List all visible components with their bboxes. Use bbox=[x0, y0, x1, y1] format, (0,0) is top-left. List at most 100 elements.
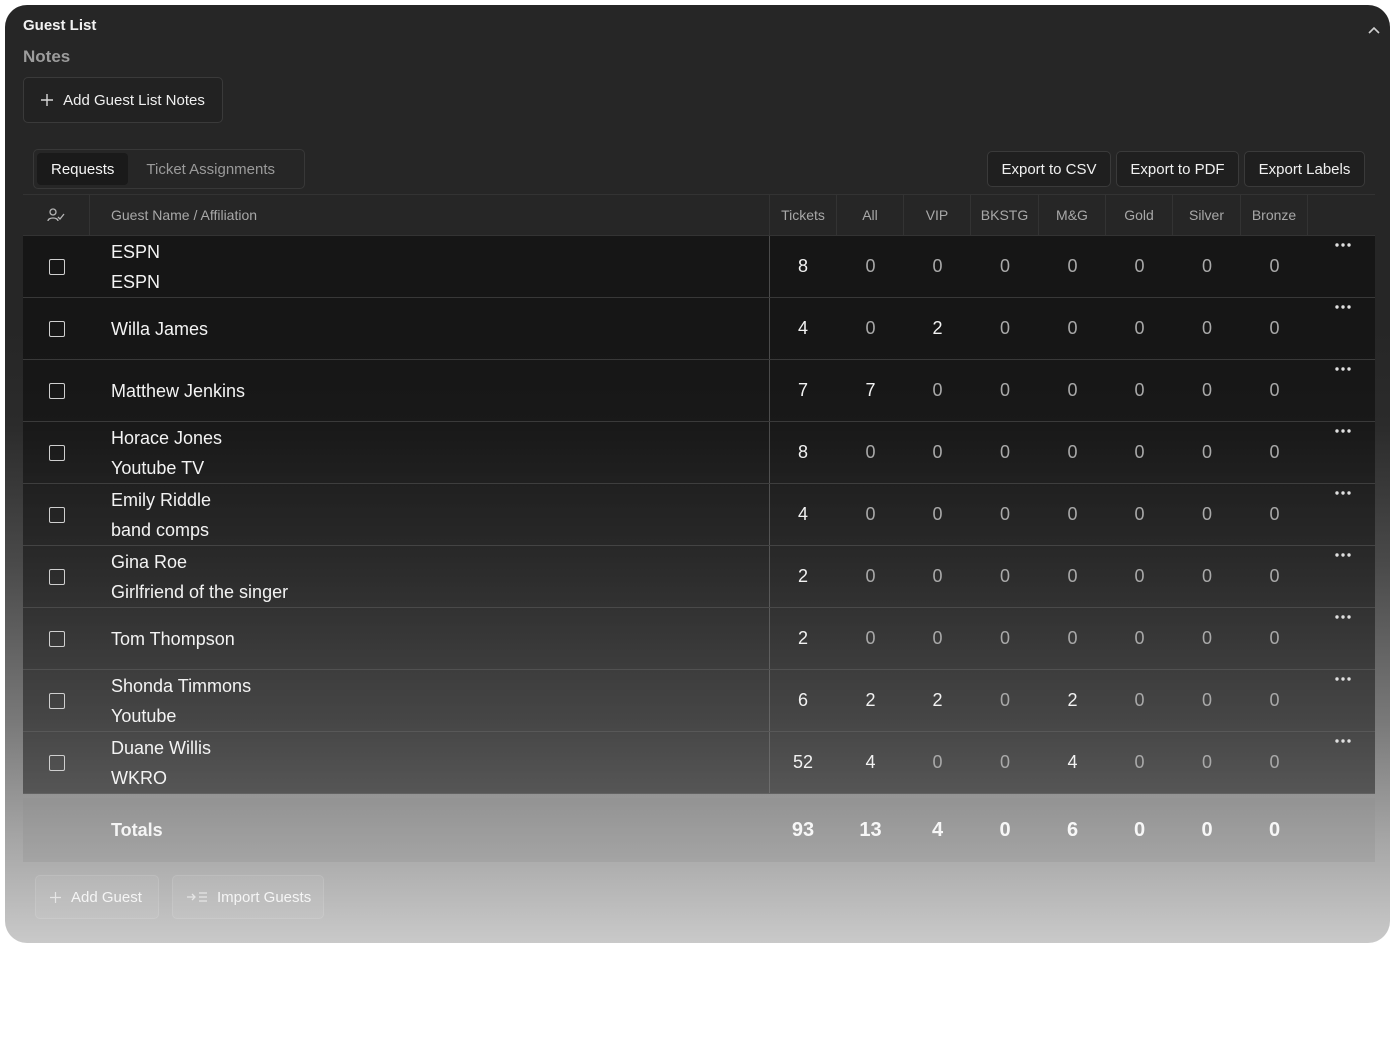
ticket-count-cell: 0 bbox=[932, 566, 943, 586]
ticket-count-cell: 4 bbox=[865, 752, 876, 772]
add-guest-button[interactable]: Add Guest bbox=[35, 875, 159, 919]
table-row[interactable]: Emily Riddle band comps 4 0 0 0 0 0 0 0 bbox=[23, 484, 1375, 546]
export-pdf-button[interactable]: Export to PDF bbox=[1116, 151, 1239, 187]
ticket-count-cell: 0 bbox=[1269, 442, 1280, 462]
guest-affiliation: Youtube TV bbox=[111, 457, 205, 478]
header-guest-name: Guest Name / Affiliation bbox=[111, 207, 258, 223]
header-vip: VIP bbox=[904, 195, 971, 235]
ticket-count-cell: 0 bbox=[1269, 504, 1280, 524]
import-list-icon bbox=[187, 892, 207, 902]
tab-ticket-assignments[interactable]: Ticket Assignments bbox=[128, 153, 289, 185]
table-row[interactable]: Gina Roe Girlfriend of the singer 2 0 0 0 0 0 0 0 bbox=[23, 546, 1375, 608]
table-row[interactable]: Shonda Timmons Youtube 6 2 2 0 2 0 0 0 bbox=[23, 670, 1375, 732]
ticket-count-cell: 7 bbox=[797, 380, 808, 400]
ticket-count-cell: 0 bbox=[1201, 628, 1212, 648]
header-silver: Silver bbox=[1173, 195, 1241, 235]
export-labels-button[interactable]: Export Labels bbox=[1244, 151, 1365, 187]
tab-requests[interactable]: Requests bbox=[37, 153, 129, 185]
guest-name: Shonda Timmons bbox=[111, 675, 252, 696]
row-checkbox[interactable] bbox=[48, 630, 65, 647]
guest-name: Emily Riddle bbox=[111, 489, 212, 510]
more-horizontal-icon bbox=[1335, 739, 1351, 743]
row-checkbox[interactable] bbox=[48, 258, 65, 275]
guest-name: Matthew Jenkins bbox=[111, 380, 246, 401]
ticket-count-cell: 0 bbox=[1134, 566, 1145, 586]
table-row[interactable]: ESPN ESPN 8 0 0 0 0 0 0 0 bbox=[23, 236, 1375, 298]
view-tabs: Requests Ticket Assignments bbox=[33, 149, 305, 189]
row-actions-button[interactable] bbox=[1323, 428, 1363, 458]
ticket-count-cell: 0 bbox=[1269, 380, 1280, 400]
row-actions-button[interactable] bbox=[1323, 614, 1363, 644]
ticket-count-cell: 0 bbox=[1201, 690, 1212, 710]
row-checkbox[interactable] bbox=[48, 692, 65, 709]
row-actions-button[interactable] bbox=[1323, 490, 1363, 520]
row-checkbox-cell bbox=[23, 546, 90, 607]
row-checkbox[interactable] bbox=[48, 444, 65, 461]
guest-name-cell: Duane Willis WKRO bbox=[111, 732, 769, 793]
guest-name: Horace Jones bbox=[111, 427, 223, 448]
table-row[interactable]: Tom Thompson 2 0 0 0 0 0 0 0 bbox=[23, 608, 1375, 670]
ticket-count-cell: 0 bbox=[999, 380, 1010, 400]
total-value-cell: 4 bbox=[931, 819, 944, 841]
ticket-count-cell: 0 bbox=[1067, 318, 1078, 338]
ticket-count-cell: 0 bbox=[865, 318, 876, 338]
table-row[interactable]: Duane Willis WKRO 52 4 0 0 4 0 0 0 bbox=[23, 732, 1375, 794]
ticket-count-cell: 0 bbox=[1201, 256, 1212, 276]
row-checkbox[interactable] bbox=[48, 568, 65, 585]
ticket-count-cell: 0 bbox=[1067, 628, 1078, 648]
ticket-count-cell: 0 bbox=[1201, 752, 1212, 772]
ticket-count-cell: 0 bbox=[1134, 690, 1145, 710]
more-horizontal-icon bbox=[1335, 367, 1351, 371]
ticket-count-cell: 0 bbox=[1134, 752, 1145, 772]
row-actions-button[interactable] bbox=[1323, 738, 1363, 768]
ticket-count-cell: 0 bbox=[932, 628, 943, 648]
row-checkbox[interactable] bbox=[48, 506, 65, 523]
ticket-count-cell: 4 bbox=[1067, 752, 1078, 772]
row-checkbox-cell bbox=[23, 360, 90, 421]
ticket-count-cell: 0 bbox=[932, 256, 943, 276]
guest-status-header[interactable] bbox=[23, 195, 90, 235]
ticket-count-cell: 0 bbox=[932, 380, 943, 400]
more-horizontal-icon bbox=[1335, 429, 1351, 433]
total-value-cell: 13 bbox=[859, 819, 882, 841]
add-guest-list-notes-button[interactable]: Add Guest List Notes bbox=[23, 77, 223, 123]
total-value-cell: 0 bbox=[999, 819, 1011, 841]
table-row[interactable]: Horace Jones Youtube TV 8 0 0 0 0 0 0 0 bbox=[23, 422, 1375, 484]
ticket-count-cell: 2 bbox=[797, 566, 808, 586]
ticket-count-cell: 0 bbox=[932, 752, 943, 772]
guest-list-panel: Guest List Notes Add Guest List Notes Re… bbox=[5, 5, 1390, 943]
import-guests-button[interactable]: Import Guests bbox=[172, 875, 324, 919]
row-checkbox[interactable] bbox=[48, 320, 65, 337]
row-actions-button[interactable] bbox=[1323, 242, 1363, 272]
ticket-count-cell: 0 bbox=[865, 256, 876, 276]
ticket-count-cell: 0 bbox=[1067, 256, 1078, 276]
row-actions-button[interactable] bbox=[1323, 676, 1363, 706]
ticket-count-cell: 0 bbox=[865, 442, 876, 462]
ticket-count-cell: 0 bbox=[1201, 380, 1212, 400]
plus-icon bbox=[41, 94, 54, 106]
ticket-count-cell: 0 bbox=[999, 318, 1010, 338]
guest-name-cell: Willa James bbox=[111, 298, 769, 359]
table-row[interactable]: Willa James 4 0 2 0 0 0 0 0 bbox=[23, 298, 1375, 360]
row-checkbox[interactable] bbox=[48, 754, 65, 771]
ticket-count-cell: 0 bbox=[1269, 690, 1280, 710]
guest-name-cell: Gina Roe Girlfriend of the singer bbox=[111, 546, 769, 607]
row-actions-button[interactable] bbox=[1323, 304, 1363, 334]
table-row[interactable]: Matthew Jenkins 7 7 0 0 0 0 0 0 bbox=[23, 360, 1375, 422]
guest-table-body: ESPN ESPN 8 0 0 0 0 0 0 0 Willa James 4 0 2 0 0 0 0 0 Matth… bbox=[23, 236, 1375, 794]
ticket-count-cell: 2 bbox=[932, 690, 943, 710]
row-checkbox[interactable] bbox=[48, 382, 65, 399]
export-csv-button[interactable]: Export to CSV bbox=[987, 151, 1111, 187]
row-actions-button[interactable] bbox=[1323, 552, 1363, 582]
row-actions-button[interactable] bbox=[1323, 366, 1363, 396]
row-checkbox-cell bbox=[23, 608, 90, 669]
guest-name: Duane Willis bbox=[111, 737, 212, 758]
guest-affiliation: Youtube bbox=[111, 705, 177, 726]
ticket-count-cell: 0 bbox=[1067, 380, 1078, 400]
notes-heading: Notes bbox=[23, 47, 71, 66]
collapse-button[interactable] bbox=[1365, 21, 1383, 39]
ticket-count-cell: 0 bbox=[1201, 566, 1212, 586]
ticket-count-cell: 0 bbox=[865, 628, 876, 648]
ticket-count-cell: 0 bbox=[1201, 442, 1212, 462]
total-value-cell: 93 bbox=[791, 819, 815, 841]
